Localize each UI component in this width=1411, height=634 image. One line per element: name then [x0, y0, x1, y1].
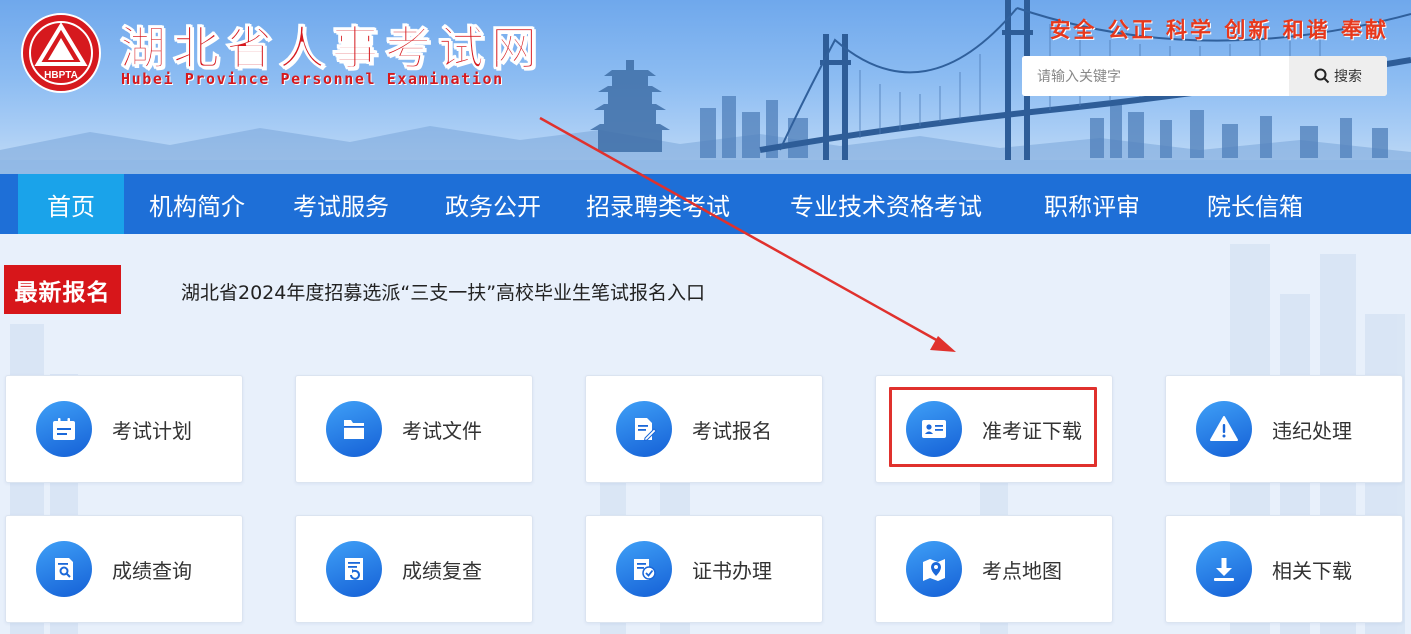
- service-card-label: 考点地图: [982, 558, 1062, 583]
- service-card-label: 证书办理: [692, 558, 772, 583]
- service-card-downloads[interactable]: 相关下载: [1165, 515, 1403, 623]
- slogan: 安全 公正 科学 创新 和谐 奉献: [1049, 18, 1389, 42]
- nav-item-public-affairs[interactable]: 政务公开: [438, 174, 548, 234]
- service-card-label: 考试计划: [112, 418, 192, 443]
- nav-item-director-mailbox[interactable]: 院长信箱: [1200, 174, 1310, 234]
- nav-item-about[interactable]: 机构简介: [142, 174, 252, 234]
- download-icon: [1214, 558, 1234, 581]
- service-card-label: 考试报名: [692, 418, 772, 443]
- search-box: 搜索: [1022, 56, 1387, 96]
- map-pin-icon: [923, 559, 945, 581]
- service-card-certificate[interactable]: 证书办理: [585, 515, 823, 623]
- service-card-score-query[interactable]: 成绩查询: [5, 515, 243, 623]
- folder-icon: [344, 420, 364, 439]
- nav-item-exam-service[interactable]: 考试服务: [286, 174, 396, 234]
- service-card-label: 违纪处理: [1272, 418, 1352, 443]
- service-card-label: 成绩复查: [402, 558, 482, 583]
- certificate-icon: [634, 559, 656, 580]
- nav-item-title-evaluation[interactable]: 职称评审: [1037, 174, 1147, 234]
- nav-item-professional-exams[interactable]: 专业技术资格考试: [786, 174, 986, 234]
- document-search-icon: [55, 558, 73, 580]
- header-banner: HBPTA 湖北省人事考试网 Hubei Province Personnel …: [0, 0, 1411, 174]
- nav-item-home[interactable]: 首页: [18, 174, 124, 234]
- search-input[interactable]: [1022, 56, 1289, 96]
- warning-icon: [1210, 416, 1238, 441]
- service-card-exam-site-map[interactable]: 考点地图: [875, 515, 1113, 623]
- service-card-label: 相关下载: [1272, 558, 1352, 583]
- service-card-exam-registration[interactable]: 考试报名: [585, 375, 823, 483]
- logo-seal: HBPTA: [21, 13, 101, 93]
- calendar-icon: [53, 418, 75, 440]
- search-icon: [1314, 68, 1330, 84]
- service-card-label: 考试文件: [402, 418, 482, 443]
- service-card-admission-ticket[interactable]: 准考证下载: [875, 375, 1113, 483]
- site-subtitle: Hubei Province Personnel Examination: [121, 70, 504, 88]
- id-card-icon: [922, 420, 946, 438]
- site-title: 湖北省人事考试网: [120, 21, 544, 76]
- service-card-label: 成绩查询: [112, 558, 192, 583]
- notice-tag: 最新报名: [4, 265, 121, 314]
- svg-text:HBPTA: HBPTA: [44, 70, 78, 81]
- nav-item-recruitment-exams[interactable]: 招录聘类考试: [578, 174, 738, 234]
- service-card-label: 准考证下载: [982, 418, 1082, 443]
- document-recheck-icon: [345, 558, 363, 580]
- main-nav: 首页 机构简介 考试服务 政务公开 招录聘类考试 专业技术资格考试 职称评审 院…: [0, 174, 1411, 234]
- search-button-label: 搜索: [1334, 68, 1362, 84]
- document-edit-icon: [635, 418, 657, 442]
- service-card-violation-handling[interactable]: 违纪处理: [1165, 375, 1403, 483]
- search-button[interactable]: 搜索: [1289, 56, 1387, 96]
- service-card-score-recheck[interactable]: 成绩复查: [295, 515, 533, 623]
- notice-link[interactable]: 湖北省2024年度招募选派“三支一扶”高校毕业生笔试报名入口: [181, 278, 705, 305]
- service-card-exam-plan[interactable]: 考试计划: [5, 375, 243, 483]
- service-card-exam-files[interactable]: 考试文件: [295, 375, 533, 483]
